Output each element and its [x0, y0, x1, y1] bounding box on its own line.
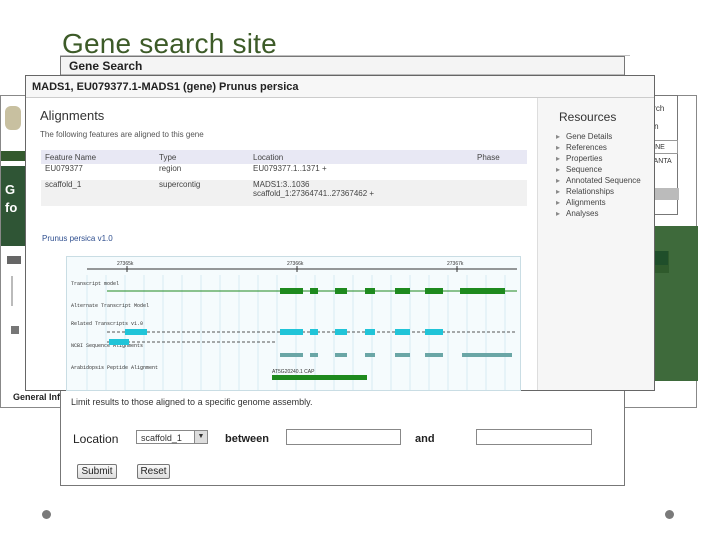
and-label: and — [415, 433, 435, 445]
resources-list: Gene Details References Properties Seque… — [556, 131, 641, 219]
limit-text: Limit results to those aligned to a spec… — [71, 397, 313, 407]
gene-exon — [395, 288, 410, 294]
gene-exon — [310, 288, 318, 294]
cell-location-line2[interactable]: scaffold_1:27364741..27367462 + — [253, 189, 473, 198]
cell-type: supercontig — [155, 180, 249, 206]
scale-tick-label: 27365k — [117, 261, 134, 267]
feature-header: MADS1, EU079377.1-MADS1 (gene) Prunus pe… — [26, 76, 654, 98]
peptide-label: AT5G20240.1 CAP — [272, 369, 315, 375]
gene-exon — [460, 288, 505, 294]
genome-browser[interactable]: 27365k 27366k 27367k Transcript model Altern… — [66, 256, 521, 391]
ncbi-block — [310, 353, 318, 357]
table-row: EU079377 region EU079377.1..1371 + — [41, 164, 527, 180]
site-navbar — [1, 151, 28, 161]
cell-phase — [473, 164, 527, 180]
col-type: Type — [155, 150, 249, 164]
cell-location: EU079377.1..1371 + — [249, 164, 473, 180]
transcript-exon — [425, 329, 443, 335]
cell-phase — [473, 180, 527, 206]
table-header-row: Feature Name Type Location Phase — [41, 150, 527, 164]
start-position-input[interactable] — [286, 429, 401, 445]
resource-link-sequence[interactable]: Sequence — [556, 164, 641, 175]
gene-exon — [335, 288, 347, 294]
col-phase: Phase — [473, 150, 527, 164]
ncbi-block — [365, 353, 375, 357]
cell-feature-name[interactable]: EU079377 — [41, 164, 155, 180]
resource-link-relationships[interactable]: Relationships — [556, 186, 641, 197]
site-footer[interactable]: General Info — [13, 392, 66, 402]
resources-title: Resources — [559, 110, 617, 124]
alignments-table: Feature Name Type Location Phase EU07937… — [41, 150, 527, 206]
ncbi-block — [395, 353, 410, 357]
cell-feature-name[interactable]: scaffold_1 — [41, 180, 155, 206]
track-title: Related Transcripts v1.0 — [71, 321, 143, 327]
resource-link-alignments[interactable]: Alignments — [556, 197, 641, 208]
feature-window: MADS1, EU079377.1-MADS1 (gene) Prunus pe… — [25, 75, 655, 391]
site-text-fragment — [11, 276, 21, 306]
transcript-exon — [335, 329, 347, 335]
gene-exon — [280, 288, 303, 294]
location-select[interactable]: scaffold_1 ▼ — [136, 430, 208, 444]
peach-logo-icon — [5, 106, 21, 130]
site-heading-fragment — [7, 256, 21, 264]
submit-button[interactable]: Submit — [77, 464, 117, 479]
location-select-value: scaffold_1 — [141, 433, 182, 443]
track-title: Alternate Transcript Model — [71, 303, 149, 309]
transcript-exon — [395, 329, 410, 335]
slide-dot-left — [42, 510, 51, 519]
resource-link-references[interactable]: References — [556, 142, 641, 153]
resource-link-analyses[interactable]: Analyses — [556, 208, 641, 219]
slide-dot-right — [665, 510, 674, 519]
alignments-description: The following features are aligned to th… — [40, 130, 204, 139]
peptide-block — [272, 375, 367, 380]
cell-location-line1[interactable]: MADS1:3..1036 — [253, 180, 473, 189]
end-position-input[interactable] — [476, 429, 592, 445]
chevron-down-icon[interactable]: ▼ — [194, 431, 207, 443]
assembly-title[interactable]: Prunus persica v1.0 — [42, 234, 113, 243]
between-label: between — [225, 433, 270, 445]
gene-exon — [365, 288, 375, 294]
scale-tick-label: 27366k — [287, 261, 304, 267]
resource-link-gene-details[interactable]: Gene Details — [556, 131, 641, 142]
track-title: NCBI Sequence Alignments — [71, 343, 143, 349]
transcript-exon — [280, 329, 303, 335]
track-title: Transcript model — [71, 281, 119, 287]
ncbi-block — [335, 353, 347, 357]
scale-tick-label: 27367k — [447, 261, 464, 267]
track-title: Arabidopsis Peptide Alignment — [71, 365, 158, 371]
site-side-photo — [651, 226, 698, 381]
cell-type: region — [155, 164, 249, 180]
transcript-exon — [109, 339, 129, 345]
resource-link-properties[interactable]: Properties — [556, 153, 641, 164]
transcript-exon — [365, 329, 375, 335]
col-location: Location — [249, 150, 473, 164]
cell-location: MADS1:3..1036 scaffold_1:27364741..27367… — [249, 180, 473, 206]
site-heading-fragment-2 — [11, 326, 19, 334]
col-feature-name: Feature Name — [41, 150, 155, 164]
reset-button[interactable]: Reset — [137, 464, 170, 479]
location-label: Location — [73, 432, 119, 446]
alignments-title: Alignments — [40, 108, 105, 123]
transcript-exon — [310, 329, 318, 335]
resource-link-annotated-sequence[interactable]: Annotated Sequence — [556, 175, 641, 186]
transcript-exon — [125, 329, 147, 335]
site-side-button[interactable] — [654, 251, 668, 265]
ncbi-block — [425, 353, 443, 357]
site-banner-text: G fo — [5, 182, 18, 215]
gene-exon — [425, 288, 443, 294]
ncbi-block — [462, 353, 512, 357]
ncbi-block — [280, 353, 303, 357]
gene-search-header: Gene Search — [61, 57, 624, 75]
genome-browser-graphic: 27365k 27366k 27367k Transcript model Altern… — [71, 261, 517, 390]
table-row: scaffold_1 supercontig MADS1:3..1036 sca… — [41, 180, 527, 206]
